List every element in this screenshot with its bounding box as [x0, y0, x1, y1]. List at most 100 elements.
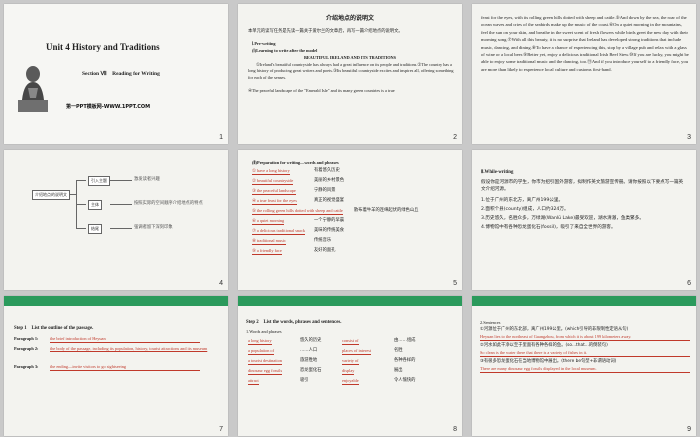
- sentence-answer-3: There are many dinosaur egg fossils disp…: [480, 366, 690, 374]
- vocab-cn: 旅游胜地: [300, 358, 318, 363]
- vocab-cn: 恐龙蛋化石: [300, 368, 322, 373]
- mindmap-branch-body: 主体: [88, 200, 102, 210]
- slide-2-step: Ⅰ.Pre-writing: [252, 41, 276, 46]
- phrase-en: ⑧ traditional music: [252, 238, 286, 246]
- slide-7-thumbnail[interactable]: Step 1 List the outline of the passage. …: [4, 296, 228, 436]
- mindmap-center: 介绍地点的说明文: [32, 190, 70, 200]
- mindmap-connector: [76, 228, 86, 229]
- slide-8-subheading: 1.Words and phrases: [246, 329, 282, 334]
- phrase-cn: 美丽的乡村景色: [314, 178, 345, 183]
- vocab-en: a population of: [248, 348, 275, 356]
- paragraph-value-2: the body of the passage, including its p…: [50, 346, 208, 351]
- sentence-prompt-3: ③有很多恐龙蛋化石在当地博物馆中展出。(there be句型+非谓语动词): [480, 359, 617, 364]
- slide-9-heading: 2.Sentences: [480, 320, 501, 325]
- slide-2-heading: 介绍地点的说明文: [325, 15, 374, 22]
- phrase-cn: 友好的面孔: [314, 248, 336, 253]
- phrase-en: ③ the peaceful landscape: [252, 188, 296, 196]
- slide-number: 5: [453, 280, 457, 287]
- phrase-en: ⑥ a quiet morning: [252, 218, 285, 226]
- slide-6-heading: Ⅱ.While-writing: [481, 170, 514, 175]
- vocab-cn: 展出: [394, 368, 403, 373]
- phrase-cn: 有着悠久历史: [314, 168, 340, 173]
- vocab-en: a tourist destination: [248, 358, 282, 366]
- sentence-prompt-2: ②河水如此干净以至于里面有各种各样的鱼。(so...that...的倒装句): [480, 343, 608, 348]
- mindmap-connector: [110, 204, 132, 205]
- slide-7-heading: Step 1 List the outline of the passage.: [14, 326, 94, 331]
- vocab-en: attract: [248, 378, 259, 386]
- requirement-3: 3.历史悠久，名胜众多，万绿湖(Wanlü Lake)最受欢迎，湖水清澈，鱼类繁…: [481, 216, 644, 221]
- mindmap-detail-2: 按照实际的空间顺序介绍地点的特点: [134, 201, 203, 206]
- slide-number: 7: [219, 426, 223, 433]
- vocab-cn: ……人口: [300, 348, 318, 353]
- vocab-cn: 名胜: [394, 348, 403, 353]
- slide-number: 1: [219, 134, 223, 141]
- slide-header-band: [238, 296, 462, 306]
- slide-header-band: [472, 296, 696, 306]
- phrase-cn: 传统音乐: [314, 238, 332, 243]
- vocab-en: dinosaur egg fossils: [248, 368, 283, 376]
- slide-number: 4: [219, 280, 223, 287]
- sentence-answer-2: So clean is the water there that there i…: [480, 350, 690, 358]
- slide-2-substep: (Ⅰ)Learning to write after the model: [252, 48, 318, 53]
- slide-6-intro: 假设你是河源市的学生，你市为招引国外游客，拟制作英文旅游宣传册。请你按照以下要点…: [481, 180, 684, 193]
- requirement-4: 4.博物馆中有各种恐龙蛋化石(fossil)，吸引了来自全世界的游客。: [481, 225, 616, 230]
- vocab-en: a long history: [248, 338, 272, 346]
- requirement-2: 2.面积个县(county)组成，人口约324万。: [481, 207, 569, 212]
- paragraph-value-1: the brief introduction of Heyuan: [50, 336, 200, 344]
- vocab-cn: 各种各样的: [394, 358, 416, 363]
- article-title: BEAUTIFUL IRELAND AND ITS TRADITIONS: [303, 55, 397, 60]
- phrase-en: ⑦ a delicious traditional snack: [252, 228, 306, 236]
- vocab-en: consist of: [342, 338, 359, 346]
- mindmap-connector: [76, 180, 86, 181]
- vocab-cn: 吸引: [300, 378, 309, 383]
- slide-8-heading: Step 2 List the words, phrases and sente…: [246, 320, 342, 325]
- sentence-prompt-1: ①河源位于广州的东北部，离广州199公里。(which引导的非限制性定语从句): [480, 327, 629, 332]
- phrase-en: ⑤ the rolling green hills dotted with sh…: [252, 208, 343, 216]
- mindmap-branch-intro: 引入主题: [88, 176, 110, 186]
- slide-number: 8: [453, 426, 457, 433]
- mindmap-connector: [110, 180, 132, 181]
- article-paragraph-2: ④The peaceful landscape of the "Emerald …: [248, 88, 395, 93]
- phrase-en: ② beautiful countryside: [252, 178, 294, 186]
- phrase-cn: 宁静的风景: [314, 188, 336, 193]
- vocab-cn: 由……组成: [394, 338, 416, 343]
- mindmap-detail-3: 强调者留下深刻印象: [134, 225, 173, 230]
- phrase-en: ⑨ a friendly face: [252, 248, 282, 256]
- vocab-en: places of interest: [342, 348, 372, 356]
- slide-2-intro: 本单元的读写任务是先读一篇关于爱尔兰的文章后，再写一篇介绍地点的说明文。: [248, 29, 403, 34]
- requirement-1: 1.位于广州的东北方，离广州199公里。: [481, 198, 564, 203]
- phrase-cn: 美味的传统美食: [314, 228, 345, 233]
- slide-1-title: Unit 4 History and Traditions: [46, 42, 160, 52]
- vocab-en: display: [342, 368, 355, 376]
- phrase-cn: 一个宁静的早晨: [314, 218, 345, 223]
- slide-3-thumbnail[interactable]: feast for the eyes, with its rolling gre…: [472, 4, 696, 144]
- sentence-answer-1: Heyuan lies to the northeast of Guangzho…: [480, 334, 690, 342]
- slide-number: 9: [687, 426, 691, 433]
- slide-header-band: [4, 296, 228, 306]
- slide-6-thumbnail[interactable]: Ⅱ.While-writing 假设你是河源市的学生，你市为招引国外游客，拟制作…: [472, 150, 696, 290]
- article-paragraph-1: ①Ireland's beautiful countryside has alw…: [248, 62, 454, 80]
- mindmap-connector: [110, 228, 132, 229]
- slide-2-thumbnail[interactable]: 介绍地点的说明文 本单元的读写任务是先读一篇关于爱尔兰的文章后，再写一篇介绍地点…: [238, 4, 462, 144]
- vocab-en: enjoyable: [342, 378, 359, 386]
- vocab-cn: 悠久的历史: [300, 338, 322, 343]
- mindmap-detail-1: 激发读者兴趣: [134, 177, 160, 182]
- slide-5-thumbnail[interactable]: (Ⅱ)Preparation for writing—words and phr…: [238, 150, 462, 290]
- phrase-en: ① have a long history: [252, 168, 290, 176]
- slide-1-thumbnail[interactable]: Unit 4 History and Traditions Section Ⅶ …: [4, 4, 228, 144]
- mindmap-branch-ending: 结尾: [88, 224, 102, 234]
- slide-9-thumbnail[interactable]: 2.Sentences ①河源位于广州的东北部，离广州199公里。(which引…: [472, 296, 696, 436]
- article-continuation: feast for the eyes, with its rolling gre…: [481, 15, 689, 72]
- vocab-cn: 令人愉快的: [394, 378, 416, 383]
- statue-illustration: [18, 66, 48, 112]
- phrase-en: ④ a true feast for the eyes: [252, 198, 297, 206]
- slide-number: 6: [687, 280, 691, 287]
- paragraph-label-1: Paragraph 1:: [14, 336, 39, 341]
- slide-5-heading: (Ⅱ)Preparation for writing—words and phr…: [252, 160, 339, 165]
- slide-4-thumbnail[interactable]: 介绍地点的说明文 引入主题 主体 结尾 激发读者兴趣 按照实际的空间顺序介绍地点…: [4, 150, 228, 290]
- phrase-cn: 散布着牛羊的连绵起伏的绿色山丘: [354, 208, 419, 213]
- slide-number: 2: [453, 134, 457, 141]
- slide-8-thumbnail[interactable]: Step 2 List the words, phrases and sente…: [238, 296, 462, 436]
- slide-number: 3: [687, 134, 691, 141]
- slide-1-footer: 第一PPT模板网-WWW.1PPT.COM: [66, 104, 151, 110]
